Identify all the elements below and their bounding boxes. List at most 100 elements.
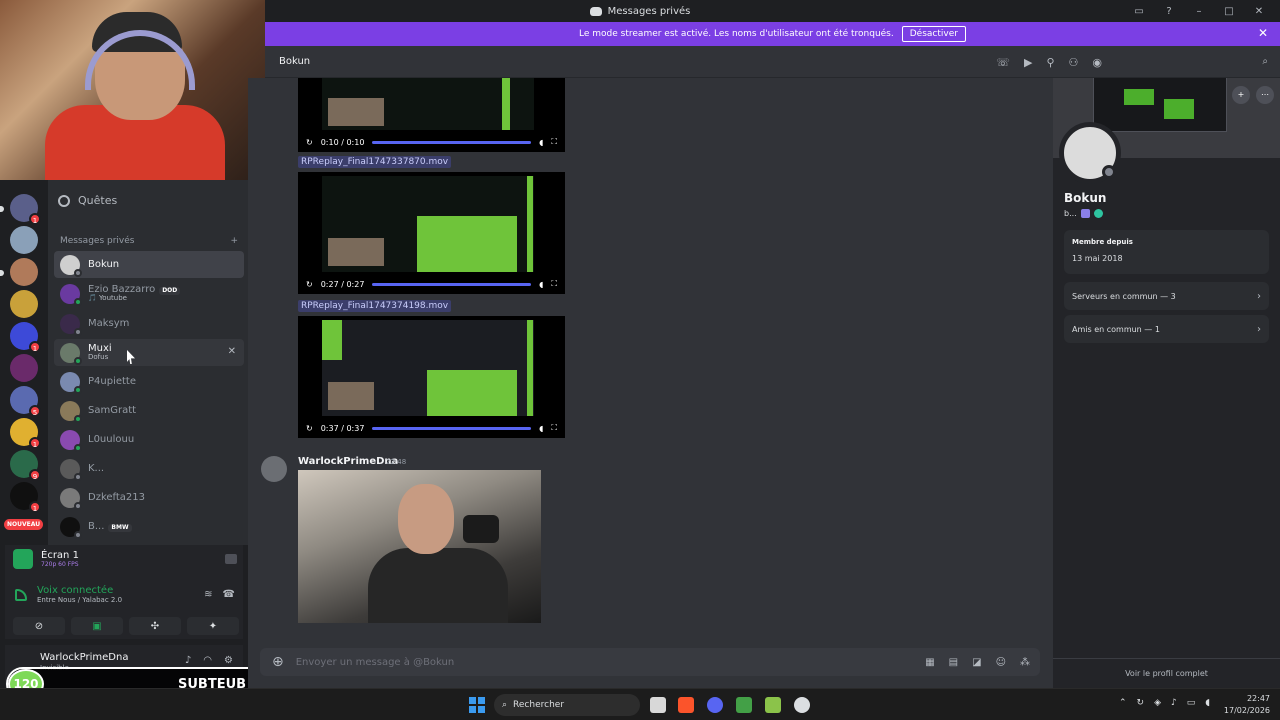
volume-icon[interactable]: ◖: [539, 280, 543, 289]
video-progress[interactable]: [372, 282, 532, 286]
dm-item-maksym[interactable]: Maksym: [54, 310, 244, 337]
server-icon[interactable]: [10, 226, 38, 254]
dm-item-p4upiette[interactable]: P4upiette: [54, 368, 244, 395]
sync-icon[interactable]: ↻: [1137, 698, 1145, 708]
help-icon[interactable]: ?: [1162, 6, 1176, 17]
video-attachment[interactable]: ↻ 0:10 / 0:10 ◖ ⛶: [298, 78, 565, 152]
attachment-link[interactable]: RPReplay_Final1747374198.mov: [298, 300, 452, 312]
more-options-icon[interactable]: ⋯: [1256, 86, 1274, 104]
server-icon[interactable]: 1: [10, 482, 41, 513]
dm-item-samgratt[interactable]: SamGratt: [54, 397, 244, 424]
quests-icon: [58, 194, 70, 207]
dm-item-k[interactable]: K...: [54, 455, 244, 482]
image-attachment[interactable]: [298, 470, 541, 623]
add-dm-icon[interactable]: +: [230, 236, 238, 246]
emoji-icon[interactable]: ☺: [996, 657, 1006, 668]
discord-window: Messages privés ▭ ? – □ ✕ Le mode stream…: [0, 0, 1280, 720]
unread-badge: 1: [29, 213, 41, 225]
headphones-icon[interactable]: ◠: [203, 655, 212, 666]
gif-icon[interactable]: ▤: [949, 657, 958, 668]
brave-icon[interactable]: [678, 697, 694, 713]
pin-icon[interactable]: ⚲: [1046, 56, 1054, 69]
fullscreen-icon[interactable]: ⛶: [551, 137, 557, 147]
close-window-button[interactable]: ✕: [1252, 6, 1266, 17]
monitor-icon[interactable]: ▭: [1187, 698, 1196, 708]
view-full-profile-link[interactable]: Voir le profil complet: [1053, 658, 1280, 688]
replay-icon[interactable]: ↻: [306, 280, 313, 289]
profile-toggle-icon[interactable]: ◉: [1092, 56, 1102, 69]
stop-stream-icon[interactable]: [225, 554, 237, 564]
apps-icon[interactable]: ⁂: [1020, 657, 1030, 668]
server-icon[interactable]: 5: [10, 386, 41, 417]
add-friends-icon[interactable]: ⚇: [1069, 56, 1079, 69]
sticker-icon[interactable]: ◪: [972, 657, 981, 668]
message-input[interactable]: ⊕ Envoyer un message à @Bokun ▦ ▤ ◪ ☺ ⁂: [260, 648, 1040, 676]
video-progress[interactable]: [372, 426, 532, 430]
search-icon[interactable]: ⌕: [1262, 56, 1268, 67]
chevron-up-icon[interactable]: ⌃: [1119, 698, 1127, 708]
quests-link[interactable]: Quêtes: [58, 194, 117, 207]
disable-streamer-button[interactable]: Désactiver: [901, 26, 966, 42]
taskbar-search[interactable]: ⌕ Rechercher: [494, 694, 640, 716]
discord-taskbar-icon[interactable]: [707, 697, 723, 713]
video-progress[interactable]: [372, 140, 532, 144]
mutual-friends-row[interactable]: Amis en commun — 1 ›: [1064, 315, 1269, 343]
dm-item-muxi[interactable]: Muxi Dofus ✕: [54, 339, 244, 366]
start-icon[interactable]: [469, 697, 485, 713]
mic-icon[interactable]: ♪: [1171, 698, 1177, 708]
soundboard-button[interactable]: ✦: [187, 617, 239, 635]
add-attachment-icon[interactable]: ⊕: [272, 654, 284, 670]
volume-icon[interactable]: ◖: [539, 424, 543, 433]
screen-share-button[interactable]: ▣: [71, 617, 123, 635]
mutual-servers-row[interactable]: Serveurs en commun — 3 ›: [1064, 282, 1269, 310]
obs-icon[interactable]: [794, 697, 810, 713]
fullscreen-icon[interactable]: ⛶: [551, 423, 557, 433]
avatar: [60, 400, 82, 423]
voice-call-icon[interactable]: ☏: [996, 56, 1010, 69]
server-icon[interactable]: 1: [10, 194, 41, 225]
server-icon[interactable]: [10, 258, 38, 286]
app-icon[interactable]: [736, 697, 752, 713]
mic-icon[interactable]: ♪: [185, 655, 191, 666]
dm-item-b[interactable]: B... BMW: [54, 513, 244, 540]
close-dm-icon[interactable]: ✕: [228, 346, 236, 357]
gift-icon[interactable]: ▦: [925, 657, 934, 668]
username[interactable]: WarlockPrimeDna: [40, 652, 128, 663]
volume-icon[interactable]: ◖: [539, 138, 543, 147]
fullscreen-icon[interactable]: ⛶: [551, 279, 557, 289]
video-attachment[interactable]: ↻ 0:27 / 0:27 ◖ ⛶: [298, 172, 565, 294]
replay-icon[interactable]: ↻: [306, 424, 313, 433]
dm-item-bokun[interactable]: Bokun: [54, 251, 244, 278]
server-icon[interactable]: 1: [10, 322, 41, 353]
dm-item-dzkefta213[interactable]: Dzkefta213: [54, 484, 244, 511]
message-author[interactable]: WarlockPrimeDna: [298, 456, 398, 467]
video-attachment[interactable]: ↻ 0:37 / 0:37 ◖ ⛶: [298, 316, 565, 438]
server-icon[interactable]: [10, 354, 38, 382]
server-icon[interactable]: [10, 290, 38, 318]
profile-avatar[interactable]: [1059, 122, 1121, 184]
activities-button[interactable]: ✣: [129, 617, 181, 635]
shield-icon[interactable]: ◈: [1154, 698, 1161, 708]
attachment-link[interactable]: RPReplay_Final1747337870.mov: [298, 156, 452, 168]
close-banner-icon[interactable]: ✕: [1258, 26, 1268, 40]
inbox-icon[interactable]: ▭: [1132, 6, 1146, 17]
maximize-button[interactable]: □: [1222, 6, 1236, 17]
minimize-button[interactable]: –: [1192, 6, 1206, 17]
clock[interactable]: 22:47 17/02/2026: [1224, 693, 1270, 717]
unread-badge: 5: [29, 405, 41, 417]
volume-icon[interactable]: ◖: [1205, 698, 1210, 708]
server-icon[interactable]: 9: [10, 450, 41, 481]
message-avatar[interactable]: [261, 456, 287, 482]
file-explorer-icon[interactable]: [650, 697, 666, 713]
app-icon[interactable]: [765, 697, 781, 713]
add-friend-icon[interactable]: +: [1232, 86, 1250, 104]
video-call-icon[interactable]: ▶: [1024, 56, 1032, 69]
dm-item-l0uulouu[interactable]: L0uulouu: [54, 426, 244, 453]
noise-suppression-icon[interactable]: ≋: [204, 589, 212, 600]
settings-icon[interactable]: ⚙: [224, 655, 233, 666]
disconnect-icon[interactable]: ☎: [223, 589, 235, 600]
dm-item-ezio[interactable]: Ezio Bazzarro DOD 🎵 Youtube: [54, 280, 244, 307]
replay-icon[interactable]: ↻: [306, 138, 313, 147]
server-icon[interactable]: 1: [10, 418, 41, 449]
camera-off-button[interactable]: ⊘: [13, 617, 65, 635]
